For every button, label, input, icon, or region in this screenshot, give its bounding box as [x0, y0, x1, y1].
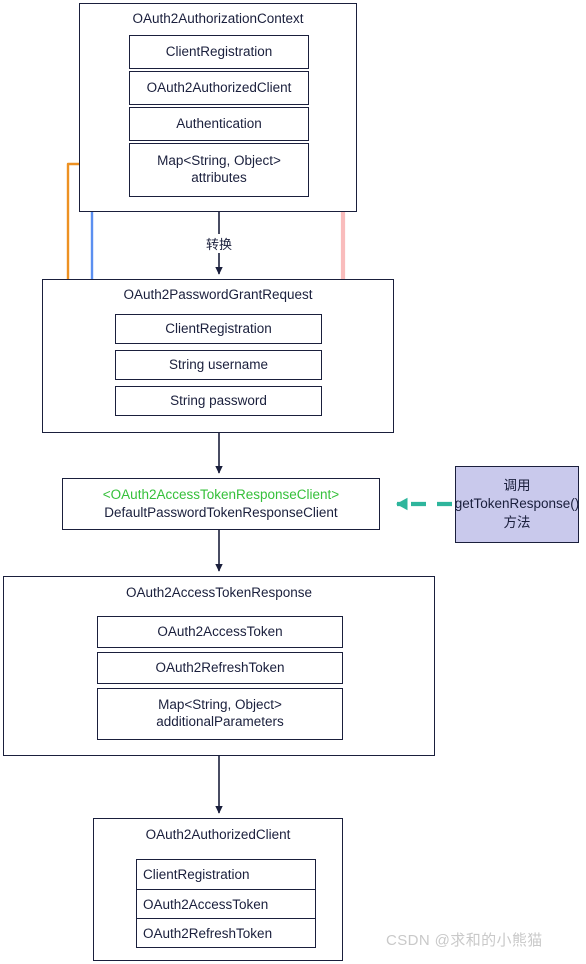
node-title: OAuth2AuthorizationContext — [132, 11, 304, 26]
generic-type-label: <OAuth2AccessTokenResponseClient> — [102, 487, 340, 503]
node-token-response-client[interactable]: <OAuth2AccessTokenResponseClient> Defaul… — [62, 478, 380, 530]
field-client-registration[interactable]: ClientRegistration — [129, 35, 309, 69]
node-oauth2authorizationcontext[interactable]: OAuth2AuthorizationContext ClientRegistr… — [79, 3, 357, 212]
field-authentication[interactable]: Authentication — [129, 107, 309, 141]
field-additional-parameters[interactable]: Map<String, Object> additionalParameters — [97, 688, 343, 740]
watermark: CSDN @求和的小熊猫 — [386, 932, 543, 949]
implementation-label: DefaultPasswordTokenResponseClient — [104, 505, 338, 520]
node-title: OAuth2AccessTokenResponse — [125, 585, 313, 600]
field-stack: ClientRegistration OAuth2AccessToken OAu… — [136, 859, 316, 948]
field-oauth2-access-token[interactable]: OAuth2AccessToken — [97, 616, 343, 648]
node-oauth2authorizedclient[interactable]: OAuth2AuthorizedClient ClientRegistratio… — [93, 818, 343, 961]
diagram-canvas: OAuth2AuthorizationContext ClientRegistr… — [0, 0, 586, 964]
field-oauth2-refresh-token[interactable]: OAuth2RefreshToken — [97, 652, 343, 684]
field-oauth2-refresh-token[interactable]: OAuth2RefreshToken — [137, 918, 315, 947]
callout-get-token-response[interactable]: 调用 getTokenResponse() 方法 — [455, 466, 579, 543]
field-attributes[interactable]: Map<String, Object> attributes — [129, 143, 309, 197]
edge-label-transform: 转换 — [203, 234, 236, 253]
field-client-registration[interactable]: ClientRegistration — [115, 314, 322, 344]
field-string-password[interactable]: String password — [115, 386, 322, 416]
field-oauth2-access-token[interactable]: OAuth2AccessToken — [137, 889, 315, 918]
field-string-username[interactable]: String username — [115, 350, 322, 380]
node-oauth2passwordgrantrequest[interactable]: OAuth2PasswordGrantRequest ClientRegistr… — [42, 279, 394, 433]
node-title: OAuth2AuthorizedClient — [145, 827, 291, 842]
field-oauth2-authorized-client[interactable]: OAuth2AuthorizedClient — [129, 71, 309, 105]
node-oauth2accesstokenresponse[interactable]: OAuth2AccessTokenResponse OAuth2AccessTo… — [3, 576, 435, 756]
node-title: OAuth2PasswordGrantRequest — [123, 287, 313, 302]
callout-text: 调用 getTokenResponse() 方法 — [454, 478, 580, 530]
field-client-registration[interactable]: ClientRegistration — [137, 860, 315, 889]
